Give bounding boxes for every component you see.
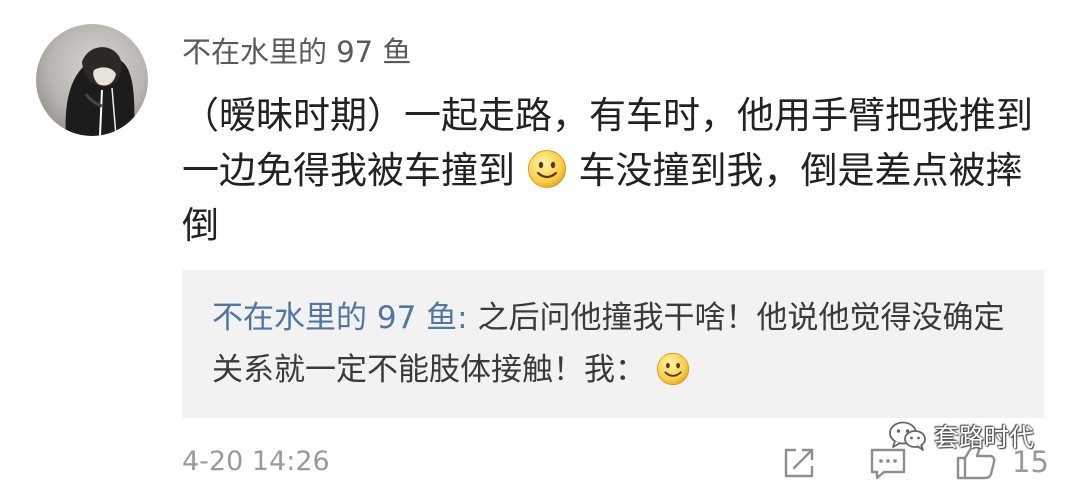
watermark: 套路时代 xyxy=(888,418,1034,454)
comment-card: 不在水里的 97 鱼 （暧昧时期）一起走路，有车时，他用手臂把我推到一边免得我被… xyxy=(0,0,1080,484)
username[interactable]: 不在水里的 97 鱼 xyxy=(182,34,411,70)
wechat-icon xyxy=(889,421,926,451)
reply-box[interactable]: 不在水里的 97 鱼: 之后问他撞我干啥！他说他觉得没确定关系就一定不能肢体接触… xyxy=(182,270,1044,418)
smile-emoji-icon xyxy=(656,352,690,386)
timestamp: 4-20 14:26 xyxy=(182,446,330,477)
share-icon xyxy=(784,448,814,478)
reply-text: 不在水里的 97 鱼: 之后问他撞我干啥！他说他觉得没确定关系就一定不能肢体接触… xyxy=(212,292,1012,396)
avatar[interactable] xyxy=(36,24,148,136)
smile-emoji-icon xyxy=(527,149,567,189)
share-button[interactable] xyxy=(780,444,818,482)
reply-author[interactable]: 不在水里的 97 鱼 xyxy=(212,300,457,336)
comment-text: （暧昧时期）一起走路，有车时，他用手臂把我推到一边免得我被车撞到 车没撞到我，倒… xyxy=(182,88,1052,253)
watermark-text: 套路时代 xyxy=(934,423,1035,452)
reply-separator: : xyxy=(457,300,478,336)
